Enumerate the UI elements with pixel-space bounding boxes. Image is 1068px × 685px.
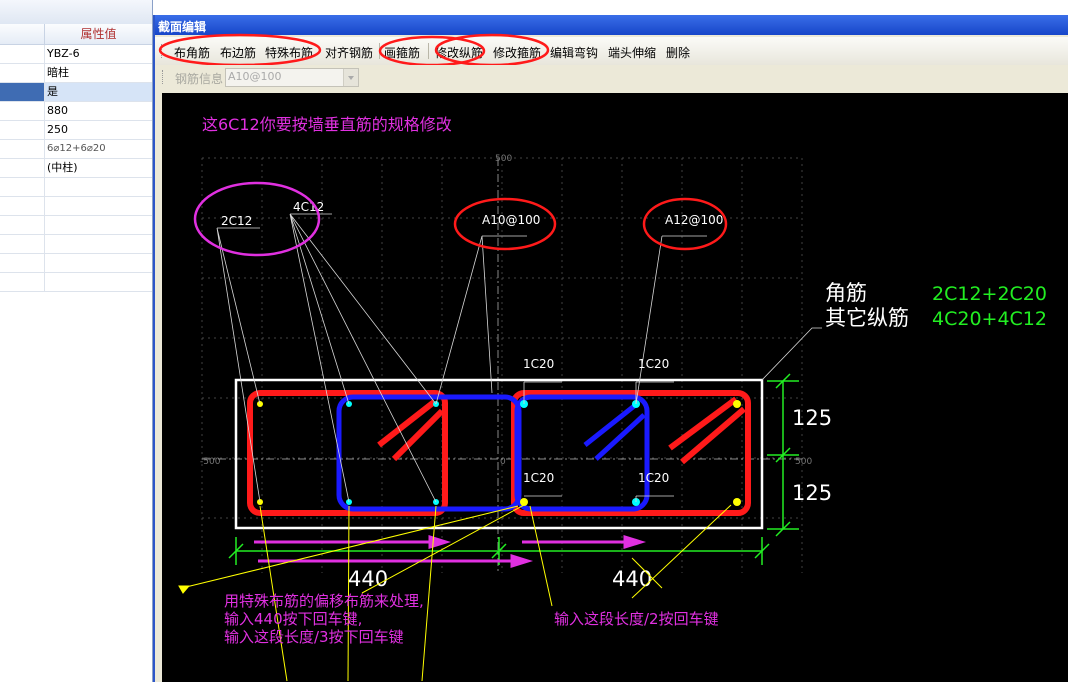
rebar-dot — [733, 400, 741, 408]
property-name-cell — [0, 235, 45, 253]
property-name-cell — [0, 254, 45, 272]
blue-stirrup-left — [336, 394, 522, 512]
rebar-dot — [733, 498, 741, 506]
property-value-cell[interactable]: 250 — [47, 121, 68, 139]
hook-blue-1b — [594, 413, 646, 461]
property-name-cell — [0, 273, 45, 291]
column-header-value: 属性值 — [45, 24, 152, 45]
property-row[interactable] — [0, 235, 152, 254]
highlight-ellipse-2 — [378, 35, 486, 67]
property-name-cell — [0, 197, 45, 215]
dim-440-left: 440 — [348, 567, 388, 591]
property-row[interactable]: 是 — [0, 83, 152, 102]
label-a10: A10@100 — [482, 213, 540, 227]
property-value-cell[interactable]: 暗柱 — [47, 64, 69, 82]
property-name-cell — [0, 45, 45, 63]
label-4c12: 4C12 — [293, 200, 324, 214]
label-1c20-d: 1C20 — [638, 471, 669, 485]
annotation-top: 这6C12你要按墙垂直筋的规格修改 — [202, 115, 452, 134]
section-edit-dialog: 截面编辑 布角筋 布边筋 特殊布筋 对齐钢筋 画箍筋 修改纵筋 修改箍筋 编辑弯… — [153, 15, 1068, 682]
property-name-cell — [0, 83, 45, 101]
leader-2c12 — [216, 227, 261, 503]
leader-1c20-d — [635, 495, 674, 502]
hook-blue-1a — [583, 401, 640, 447]
property-row[interactable] — [0, 178, 152, 197]
toolbar-grip[interactable] — [162, 70, 166, 84]
note-left-line3: 输入这段长度/3按下回车键 — [224, 628, 404, 646]
label-1c20-a: 1C20 — [523, 357, 554, 371]
property-name-cell — [0, 159, 45, 177]
arrow-2-head — [510, 553, 534, 569]
property-row[interactable] — [0, 254, 152, 273]
rebar-dots — [257, 400, 741, 506]
dim-125-top: 125 — [792, 406, 832, 430]
section-drawing: 500 -500 0 500 这6C12你要按墙垂直筋的规格修改 2C12 4C… — [178, 115, 1047, 682]
highlight-ellipse-1 — [158, 33, 322, 67]
rebar-info-value: A10@100 — [228, 70, 282, 83]
leader-outline — [761, 327, 822, 381]
pointer-6 — [529, 505, 553, 607]
property-row[interactable]: 880 — [0, 102, 152, 121]
pointer-3 — [421, 505, 437, 682]
other-rebar-value: 4C20+4C12 — [932, 308, 1047, 330]
property-name-cell — [0, 178, 45, 196]
rebar-dot — [520, 498, 528, 506]
dim-125-bottom: 125 — [792, 481, 832, 505]
property-name-cell — [0, 121, 45, 139]
property-name-cell — [0, 64, 45, 82]
property-value-cell[interactable]: 6⌀12+6⌀20 — [47, 140, 106, 158]
label-2c12: 2C12 — [221, 214, 252, 228]
property-name-cell — [0, 102, 45, 120]
panel-top-band — [0, 0, 152, 25]
section-outline — [234, 378, 764, 530]
property-row[interactable]: 6⌀12+6⌀20 — [0, 140, 152, 159]
property-row[interactable]: YBZ-6 — [0, 45, 152, 64]
property-row[interactable]: (中柱) — [0, 159, 152, 178]
label-1c20-c: 1C20 — [523, 471, 554, 485]
note-left-line1: 用特殊布筋的偏移布筋来处理, — [224, 592, 424, 610]
stirrup-hooks — [377, 396, 746, 465]
property-row[interactable] — [0, 273, 152, 292]
chevron-down-icon[interactable] — [343, 69, 358, 86]
drawing-canvas[interactable]: 500 -500 0 500 这6C12你要按墙垂直筋的规格修改 2C12 4C… — [162, 93, 1068, 682]
pointer-arrowhead — [178, 585, 191, 594]
property-row[interactable] — [0, 216, 152, 235]
property-row[interactable]: 250 — [0, 121, 152, 140]
main-toolbar: 布角筋 布边筋 特殊布筋 对齐钢筋 画箍筋 修改纵筋 修改箍筋 编辑弯钩 端头伸… — [155, 33, 1068, 67]
rebar-info-label: 钢筋信息 — [175, 72, 224, 86]
corner-rebar-value: 2C12+2C20 — [932, 283, 1047, 305]
column-header-name — [0, 24, 45, 45]
other-rebar-label: 其它纵筋 — [825, 306, 909, 330]
property-name-cell — [0, 216, 45, 234]
property-value-cell[interactable]: (中柱) — [47, 159, 78, 177]
rebar-info-toolbar: 钢筋信息 A10@100 — [155, 65, 1068, 89]
property-row[interactable]: 暗柱 — [0, 64, 152, 83]
magenta-circle-c12 — [193, 181, 321, 257]
property-value-cell[interactable]: 是 — [47, 83, 58, 101]
property-name-cell — [0, 140, 45, 158]
property-value-cell[interactable]: YBZ-6 — [47, 45, 80, 63]
dim-440-right: 440 — [612, 567, 652, 591]
note-left-line2: 输入440按下回车键, — [224, 610, 362, 628]
rebar-info-combo[interactable]: A10@100 — [225, 68, 359, 87]
label-1c20-b: 1C20 — [638, 357, 669, 371]
corner-rebar-label: 角筋 — [825, 281, 867, 305]
dimension-vertical — [767, 373, 799, 537]
highlight-ellipse-3 — [434, 33, 550, 67]
property-value-cell[interactable]: 880 — [47, 102, 68, 120]
arrow-3-head — [623, 534, 647, 550]
property-row[interactable] — [0, 197, 152, 216]
note-right: 输入这段长度/2按回车键 — [554, 610, 719, 628]
property-panel: 属性值 YBZ-6 暗柱是 880 250 6⌀12+6⌀20 (中柱) — [0, 0, 153, 682]
label-a12: A12@100 — [665, 213, 723, 227]
